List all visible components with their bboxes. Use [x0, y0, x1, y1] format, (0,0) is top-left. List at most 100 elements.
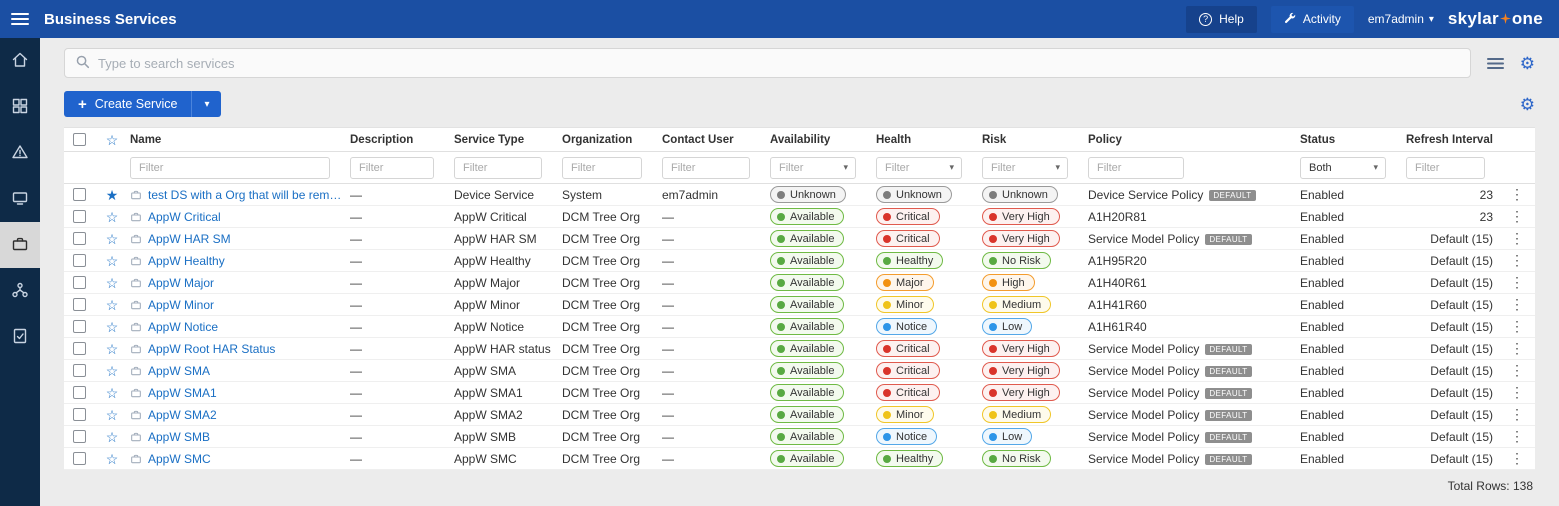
filter-input[interactable]: [1406, 157, 1485, 179]
sidebar-item-devices[interactable]: [0, 176, 40, 222]
sidebar-item-tasks[interactable]: [0, 314, 40, 360]
list-view-icon[interactable]: [1487, 57, 1504, 70]
create-service-button[interactable]: + Create Service: [64, 91, 191, 117]
row-checkbox[interactable]: [73, 210, 86, 223]
row-actions-kebab-icon[interactable]: ⋮: [1510, 230, 1524, 247]
sidebar-item-service-map[interactable]: [0, 268, 40, 314]
sidebar-item-home[interactable]: [0, 38, 40, 84]
search-input[interactable]: [98, 56, 1460, 71]
row-actions-kebab-icon[interactable]: ⋮: [1510, 208, 1524, 225]
activity-button[interactable]: Activity: [1271, 6, 1354, 33]
filter-select[interactable]: Filter▾: [876, 157, 962, 179]
favorite-star-icon[interactable]: ☆: [106, 232, 119, 246]
row-actions-kebab-icon[interactable]: ⋮: [1510, 428, 1524, 445]
row-checkbox[interactable]: [73, 232, 86, 245]
status-dot-icon: [777, 235, 785, 243]
row-checkbox[interactable]: [73, 364, 86, 377]
service-name-link[interactable]: AppW Critical: [148, 210, 221, 224]
favorite-star-icon[interactable]: ☆: [106, 320, 119, 334]
filter-select[interactable]: Filter▾: [982, 157, 1068, 179]
row-checkbox[interactable]: [73, 342, 86, 355]
row-actions-kebab-icon[interactable]: ⋮: [1510, 274, 1524, 291]
service-name-link[interactable]: AppW SMA: [148, 364, 210, 378]
service-name-link[interactable]: AppW SMA1: [148, 386, 217, 400]
filter-input[interactable]: [130, 157, 330, 179]
service-name-link[interactable]: AppW SMB: [148, 430, 210, 444]
column-header[interactable]: Risk: [982, 134, 1088, 146]
row-checkbox[interactable]: [73, 276, 86, 289]
filter-input[interactable]: [454, 157, 542, 179]
favorite-star-icon[interactable]: ★: [106, 188, 119, 202]
row-checkbox[interactable]: [73, 452, 86, 465]
sidebar-item-dashboards[interactable]: [0, 84, 40, 130]
favorite-star-icon[interactable]: ☆: [106, 386, 119, 400]
favorite-star-icon[interactable]: ☆: [106, 254, 119, 268]
service-name-link[interactable]: AppW HAR SM: [148, 232, 231, 246]
organization-cell: DCM Tree Org: [562, 232, 662, 246]
status-pill: Available: [770, 362, 844, 379]
row-checkbox[interactable]: [73, 386, 86, 399]
sidebar-item-events[interactable]: [0, 130, 40, 176]
service-name-link[interactable]: AppW Minor: [148, 298, 214, 312]
sidebar-item-business-services[interactable]: [0, 222, 40, 268]
user-menu[interactable]: em7admin ▾: [1368, 12, 1434, 26]
select-all-checkbox[interactable]: [73, 133, 86, 146]
row-actions-kebab-icon[interactable]: ⋮: [1510, 318, 1524, 335]
row-actions-kebab-icon[interactable]: ⋮: [1510, 252, 1524, 269]
row-checkbox[interactable]: [73, 298, 86, 311]
filter-input[interactable]: [1088, 157, 1184, 179]
service-name-link[interactable]: AppW Major: [148, 276, 214, 290]
row-checkbox[interactable]: [73, 320, 86, 333]
menu-icon[interactable]: [0, 12, 40, 26]
filter-select[interactable]: Filter▾: [770, 157, 856, 179]
column-header[interactable]: Policy: [1088, 134, 1300, 146]
service-name-link[interactable]: AppW SMA2: [148, 408, 217, 422]
table-settings-gear-icon[interactable]: ⚙: [1520, 96, 1535, 113]
row-checkbox[interactable]: [73, 430, 86, 443]
row-checkbox[interactable]: [73, 408, 86, 421]
row-actions-kebab-icon[interactable]: ⋮: [1510, 186, 1524, 203]
service-name-link[interactable]: AppW Root HAR Status: [148, 342, 275, 356]
row-actions-kebab-icon[interactable]: ⋮: [1510, 406, 1524, 423]
row-checkbox[interactable]: [73, 254, 86, 267]
star-column-header-icon[interactable]: ☆: [106, 133, 119, 147]
column-header[interactable]: Health: [876, 134, 982, 146]
filter-input[interactable]: [662, 157, 750, 179]
column-header[interactable]: Status: [1300, 134, 1406, 146]
favorite-star-icon[interactable]: ☆: [106, 342, 119, 356]
help-button[interactable]: ? Help: [1186, 6, 1257, 33]
status-filter-select[interactable]: Both▾: [1300, 157, 1386, 179]
favorite-star-icon[interactable]: ☆: [106, 210, 119, 224]
filter-input[interactable]: [562, 157, 642, 179]
filter-input[interactable]: [350, 157, 434, 179]
create-service-dropdown[interactable]: ▾: [191, 91, 221, 117]
row-actions-kebab-icon[interactable]: ⋮: [1510, 450, 1524, 467]
column-header[interactable]: Availability: [770, 134, 876, 146]
favorite-star-icon[interactable]: ☆: [106, 452, 119, 466]
settings-gear-icon[interactable]: ⚙: [1520, 55, 1535, 72]
row-actions-kebab-icon[interactable]: ⋮: [1510, 296, 1524, 313]
service-name-link[interactable]: AppW Healthy: [148, 254, 225, 268]
service-name-link[interactable]: test DS with a Org that will be removed: [148, 188, 344, 202]
row-actions-kebab-icon[interactable]: ⋮: [1510, 340, 1524, 357]
column-header[interactable]: Contact User: [662, 134, 770, 146]
table-row: ☆AppW SMB—AppW SMBDCM Tree Org—Available…: [64, 426, 1535, 448]
column-header[interactable]: Organization: [562, 134, 662, 146]
column-header[interactable]: Description: [350, 134, 454, 146]
column-header[interactable]: Refresh Interval: [1406, 134, 1505, 146]
status-dot-icon: [883, 257, 891, 265]
row-actions-kebab-icon[interactable]: ⋮: [1510, 362, 1524, 379]
row-checkbox[interactable]: [73, 188, 86, 201]
policy-cell: Service Model PolicyDEFAULT: [1088, 430, 1300, 444]
column-header[interactable]: Name: [130, 134, 350, 146]
favorite-star-icon[interactable]: ☆: [106, 364, 119, 378]
favorite-star-icon[interactable]: ☆: [106, 408, 119, 422]
service-name-link[interactable]: AppW SMC: [148, 452, 211, 466]
status-dot-icon: [989, 191, 997, 199]
favorite-star-icon[interactable]: ☆: [106, 298, 119, 312]
favorite-star-icon[interactable]: ☆: [106, 430, 119, 444]
favorite-star-icon[interactable]: ☆: [106, 276, 119, 290]
column-header[interactable]: Service Type: [454, 134, 562, 146]
row-actions-kebab-icon[interactable]: ⋮: [1510, 384, 1524, 401]
service-name-link[interactable]: AppW Notice: [148, 320, 218, 334]
